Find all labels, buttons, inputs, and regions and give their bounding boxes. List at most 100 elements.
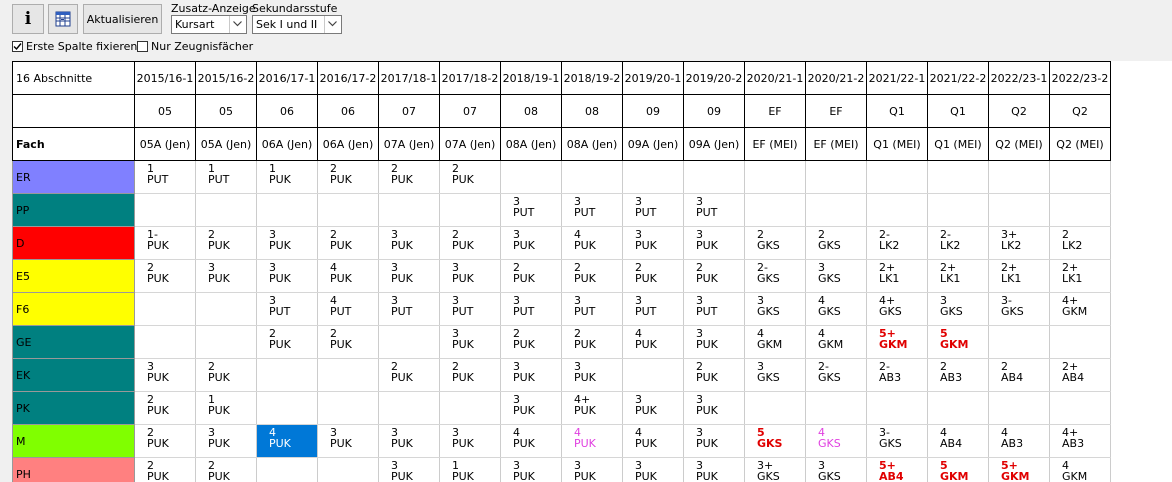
grade-cell[interactable]: 3 PUT <box>500 193 562 227</box>
header-klasse[interactable]: EF (MEI) <box>744 127 806 161</box>
grade-cell[interactable] <box>378 193 440 227</box>
grade-cell[interactable]: 4 AB3 <box>988 424 1050 458</box>
grade-cell[interactable]: 2 AB3 <box>927 358 989 392</box>
grade-cell[interactable] <box>256 391 318 425</box>
grade-cell[interactable]: 2 PUK <box>195 457 257 482</box>
grade-cell[interactable]: 2 PUK <box>378 358 440 392</box>
header-klasse[interactable]: Q2 (MEI) <box>1049 127 1111 161</box>
grade-cell[interactable]: 3 PUK <box>378 457 440 482</box>
header-stufe[interactable]: EF <box>744 94 806 128</box>
grade-cell[interactable]: 3 PUK <box>683 226 745 260</box>
header-abschnitt[interactable]: 2020/21-2 <box>805 61 867 95</box>
grade-cell[interactable]: 3 PUK <box>683 391 745 425</box>
grade-cell[interactable] <box>256 457 318 482</box>
grade-cell[interactable] <box>744 391 806 425</box>
grade-cell[interactable]: 3 PUT <box>500 292 562 326</box>
grade-cell[interactable]: 1 PUK <box>256 160 318 194</box>
header-stufe[interactable]: EF <box>805 94 867 128</box>
grade-cell[interactable] <box>866 193 928 227</box>
grade-cell[interactable]: 3 PUT <box>439 292 501 326</box>
subject-name[interactable]: D <box>12 226 135 260</box>
grade-cell[interactable]: 2 PUK <box>500 325 562 359</box>
subject-name[interactable]: EK <box>12 358 135 392</box>
grade-cell[interactable]: 3 PUK <box>195 424 257 458</box>
grade-cell[interactable] <box>988 325 1050 359</box>
grade-cell[interactable]: 3 PUK <box>378 226 440 260</box>
grade-cell[interactable]: 2 PUK <box>317 325 379 359</box>
header-klasse[interactable]: 07A (Jen) <box>378 127 440 161</box>
grade-cell[interactable]: 4 GKS <box>805 292 867 326</box>
header-abschnitt[interactable]: 2018/19-1 <box>500 61 562 95</box>
header-abschnitt[interactable]: 2021/22-2 <box>927 61 989 95</box>
subject-name[interactable]: ER <box>12 160 135 194</box>
grade-cell[interactable] <box>805 193 867 227</box>
grade-cell[interactable]: 2 PUK <box>317 226 379 260</box>
chevron-down-icon[interactable] <box>324 16 341 33</box>
header-klasse[interactable]: Q1 (MEI) <box>866 127 928 161</box>
grade-cell[interactable]: 2 PUK <box>439 226 501 260</box>
grade-cell[interactable]: 5 GKM <box>927 457 989 482</box>
grade-cell[interactable]: 4+ AB3 <box>1049 424 1111 458</box>
subject-name[interactable]: M <box>12 424 135 458</box>
header-klasse[interactable]: 07A (Jen) <box>439 127 501 161</box>
grade-cell[interactable]: 3 PUK <box>683 424 745 458</box>
header-abschnitt[interactable]: 2017/18-1 <box>378 61 440 95</box>
grade-cell[interactable]: 3 GKS <box>805 259 867 293</box>
grade-cell[interactable]: 3 GKS <box>744 292 806 326</box>
grade-cell[interactable]: 3 PUK <box>683 325 745 359</box>
grade-cell[interactable]: 3 GKS <box>927 292 989 326</box>
grade-cell[interactable] <box>378 391 440 425</box>
header-klasse[interactable]: 05A (Jen) <box>195 127 257 161</box>
header-klasse[interactable]: 06A (Jen) <box>317 127 379 161</box>
fix-first-column-checkbox[interactable]: Erste Spalte fixieren <box>12 40 137 53</box>
header-abschnitt[interactable]: 2022/23-1 <box>988 61 1050 95</box>
grade-cell[interactable]: 2- AB3 <box>866 358 928 392</box>
grade-cell[interactable]: 2 PUK <box>500 259 562 293</box>
grade-cell[interactable]: 2 GKS <box>805 226 867 260</box>
grade-cell[interactable]: 2 AB4 <box>988 358 1050 392</box>
grade-cell[interactable]: 1 PUK <box>439 457 501 482</box>
header-klasse[interactable]: Q2 (MEI) <box>988 127 1050 161</box>
grade-cell[interactable]: 2 PUK <box>317 160 379 194</box>
grade-cell[interactable]: 3 PUK <box>256 259 318 293</box>
grade-cell[interactable]: 2+ LK1 <box>927 259 989 293</box>
grade-cell[interactable] <box>256 193 318 227</box>
grade-cell[interactable] <box>378 325 440 359</box>
grade-cell[interactable] <box>988 160 1050 194</box>
header-stufe[interactable]: 06 <box>256 94 318 128</box>
checkbox-checked-icon[interactable] <box>12 41 23 52</box>
header-abschnitt[interactable]: 2022/23-2 <box>1049 61 1111 95</box>
grade-cell[interactable]: 4 PUK <box>500 424 562 458</box>
grade-cell[interactable]: 4 GKM <box>744 325 806 359</box>
grade-cell[interactable] <box>317 193 379 227</box>
grade-cell[interactable]: 2 PUK <box>195 226 257 260</box>
subject-name[interactable]: PK <box>12 391 135 425</box>
grade-cell[interactable]: 3 PUK <box>683 457 745 482</box>
grade-cell[interactable]: 3 PUT <box>622 193 684 227</box>
grade-cell[interactable] <box>1049 193 1111 227</box>
sek-select[interactable]: Sek I und II <box>252 15 342 34</box>
grade-cell[interactable]: 3 PUK <box>622 391 684 425</box>
grade-cell[interactable]: 3 PUT <box>561 292 623 326</box>
header-stufe[interactable]: 08 <box>561 94 623 128</box>
grade-cell[interactable]: 1 PUK <box>195 391 257 425</box>
grade-cell[interactable]: 5+ AB4 <box>866 457 928 482</box>
grade-cell[interactable]: 2 PUK <box>622 259 684 293</box>
subject-name[interactable]: F6 <box>12 292 135 326</box>
grade-cell[interactable]: 1 PUT <box>134 160 196 194</box>
grade-cell[interactable]: 2 PUK <box>561 325 623 359</box>
grade-cell[interactable]: 5 GKM <box>927 325 989 359</box>
grade-cell[interactable] <box>134 193 196 227</box>
header-abschnitt[interactable]: 2015/16-1 <box>134 61 196 95</box>
grade-cell[interactable]: 3+ GKS <box>744 457 806 482</box>
grade-cell[interactable]: 4 PUK <box>622 325 684 359</box>
header-klasse[interactable]: 09A (Jen) <box>683 127 745 161</box>
header-stufe[interactable]: 07 <box>378 94 440 128</box>
grade-cell[interactable] <box>1049 325 1111 359</box>
grade-cell[interactable]: 3 PUK <box>622 226 684 260</box>
checkbox-unchecked-icon[interactable] <box>137 41 148 52</box>
subject-name[interactable]: E5 <box>12 259 135 293</box>
grade-cell[interactable]: 3 PUK <box>256 226 318 260</box>
header-stufe[interactable]: 09 <box>622 94 684 128</box>
header-klasse[interactable]: 06A (Jen) <box>256 127 318 161</box>
